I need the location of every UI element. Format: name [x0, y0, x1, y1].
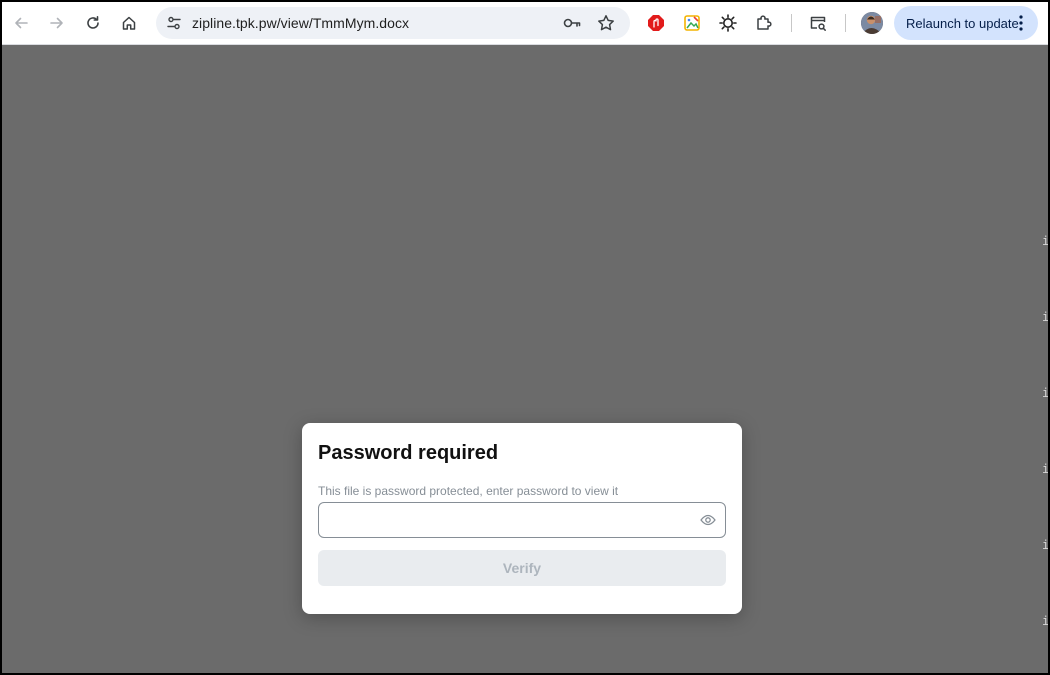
url-text[interactable]: zipline.tpk.pw/view/TmmMym.docx: [192, 15, 409, 31]
address-bar[interactable]: zipline.tpk.pw/view/TmmMym.docx: [156, 7, 630, 39]
toolbar-divider: [845, 14, 846, 32]
verify-button[interactable]: Verify: [318, 550, 726, 586]
star-icon[interactable]: [596, 13, 616, 33]
key-icon[interactable]: [562, 13, 582, 33]
edge-marker: i: [1042, 310, 1050, 324]
browser-window: zipline.tpk.pw/view/TmmMym.docx Relaunch…: [0, 0, 1050, 675]
edge-marker: i: [1042, 234, 1050, 248]
home-button[interactable]: [114, 9, 144, 37]
forward-button[interactable]: [42, 9, 72, 37]
adblock-extension-button[interactable]: [641, 9, 671, 37]
forward-arrow-icon: [50, 17, 63, 29]
tab-search-icon: [810, 16, 826, 31]
relaunch-to-update-button[interactable]: Relaunch to update: [894, 6, 1038, 40]
eye-icon[interactable]: [700, 513, 716, 527]
sun-extension-button[interactable]: [713, 9, 743, 37]
toolbar-divider: [791, 14, 792, 32]
dialog-title: Password required: [318, 442, 499, 464]
edge-marker: i: [1042, 462, 1050, 476]
edge-marker: i: [1042, 614, 1050, 628]
kebab-menu-icon[interactable]: [1017, 14, 1025, 32]
image-extension-icon: [684, 15, 700, 31]
reload-button[interactable]: [78, 9, 108, 37]
relaunch-label: Relaunch to update: [906, 16, 1019, 31]
tune-icon: [167, 16, 181, 30]
browser-toolbar: zipline.tpk.pw/view/TmmMym.docx Relaunch…: [2, 2, 1048, 45]
password-dialog: Password required This file is password …: [302, 423, 742, 614]
edge-marker: i: [1042, 386, 1050, 400]
tab-search-button[interactable]: [803, 9, 833, 37]
site-info-button[interactable]: [160, 9, 188, 37]
edge-marker: i: [1042, 538, 1050, 552]
avatar[interactable]: [861, 12, 883, 34]
dialog-description: This file is password protected, enter p…: [318, 484, 619, 498]
profile-photo-icon: [861, 12, 883, 34]
image-extension-button[interactable]: [677, 9, 707, 37]
sun-extension-icon: [719, 14, 737, 32]
password-input[interactable]: [327, 509, 687, 531]
extensions-button[interactable]: [749, 9, 779, 37]
back-arrow-icon: [15, 17, 28, 29]
puzzle-icon: [757, 15, 772, 30]
password-field[interactable]: [318, 502, 726, 538]
reload-icon: [87, 16, 99, 29]
home-icon: [122, 16, 136, 30]
adblock-extension-icon: [648, 15, 664, 31]
back-button[interactable]: [6, 9, 36, 37]
